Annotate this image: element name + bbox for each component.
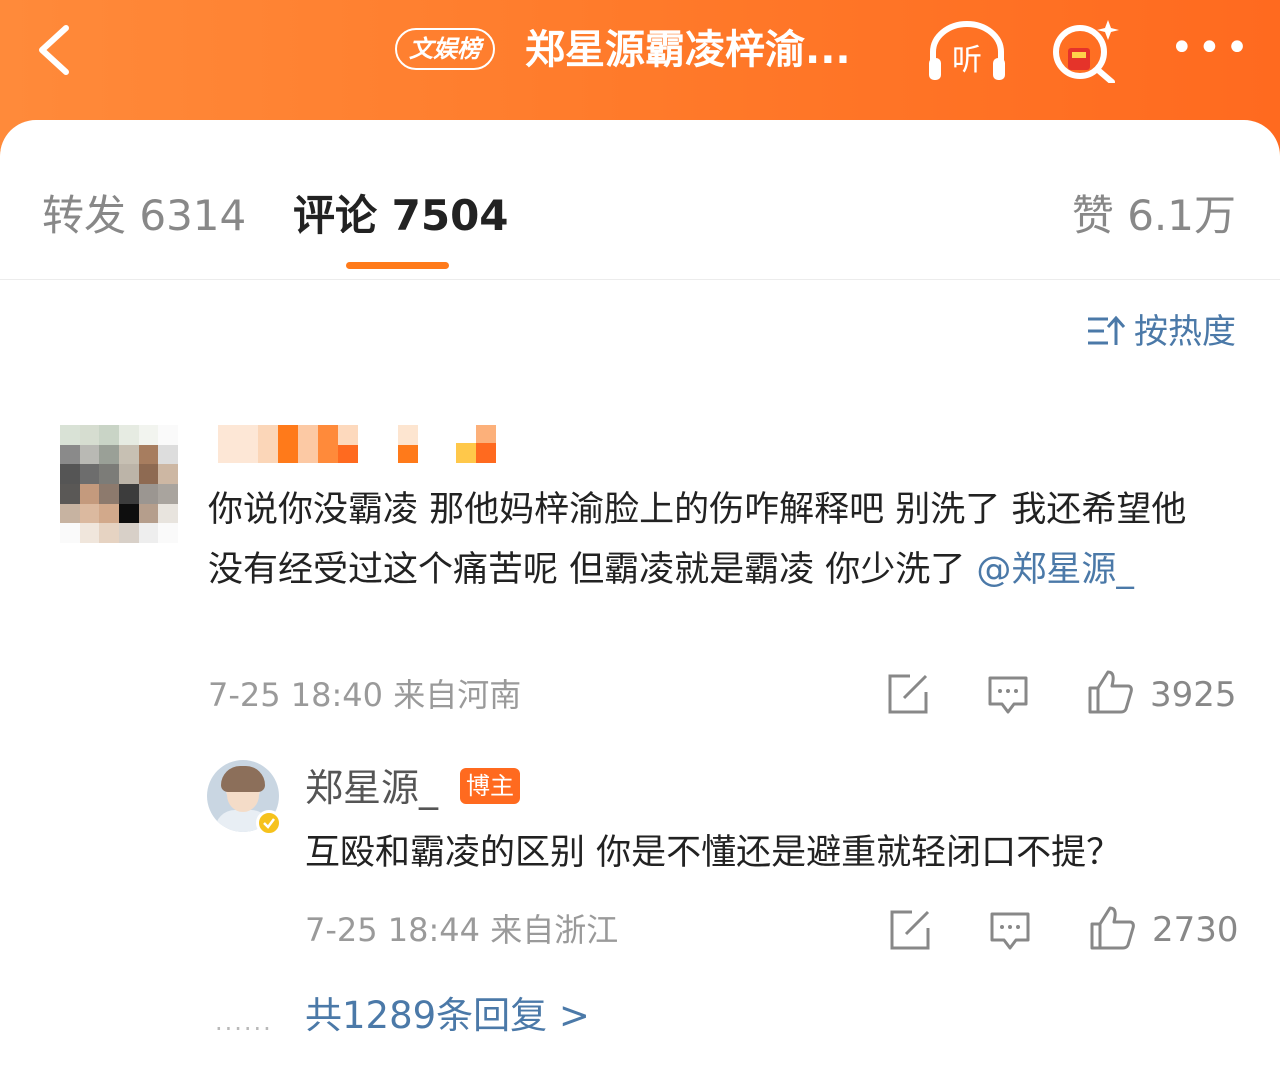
lucky-bag-button[interactable] — [1050, 18, 1122, 85]
thumbs-up-icon — [1088, 670, 1133, 714]
share-icon — [888, 674, 928, 714]
thumbs-up-icon — [1090, 906, 1135, 950]
reply-text: 互殴和霸凌的区别 你是不懂还是避重就轻闭口不提？ — [305, 833, 1122, 873]
headphones-icon: 听 — [929, 21, 1005, 80]
like-count: 3925 — [1150, 675, 1237, 715]
tab-repost[interactable]: 转发 6314 — [42, 190, 246, 242]
comment-time: 7-25 18:40 — [208, 676, 384, 714]
replies-dots: ...... — [215, 1008, 273, 1036]
comment-icon — [988, 676, 1028, 714]
sort-button[interactable]: 按热度 — [1086, 310, 1236, 354]
repost-button[interactable] — [886, 672, 930, 716]
listen-button[interactable]: 听 — [925, 18, 1010, 83]
sort-icon — [1088, 315, 1126, 345]
blogger-badge: 博主 — [460, 768, 520, 804]
reply-like-button[interactable] — [1088, 904, 1136, 952]
tab-comment[interactable]: 评论 7504 — [293, 190, 509, 242]
more-button[interactable]: ••• — [1170, 26, 1249, 76]
chevron-left-icon — [39, 25, 69, 75]
reply-location: 来自浙江 — [490, 911, 619, 949]
reply-author-name[interactable]: 郑星源_ — [305, 764, 438, 812]
page-title: 郑星源霸凌梓渝... — [525, 27, 851, 73]
hot-list-badge[interactable]: 文娱榜 — [395, 28, 495, 70]
like-button[interactable] — [1086, 668, 1134, 716]
reply-time: 7-25 18:44 — [305, 911, 481, 949]
reply-repost-button[interactable] — [888, 908, 932, 952]
back-button[interactable] — [30, 20, 80, 80]
tab-likes[interactable]: 赞 6.1万 — [1072, 190, 1236, 242]
comment-icon — [990, 912, 1030, 950]
gift-search-icon — [1053, 20, 1119, 85]
comments-panel: 转发 6314 评论 7504 赞 6.1万 按热度 你说你没霸凌 那他妈梓渝脸… — [0, 120, 1280, 1071]
reply-reply-button[interactable] — [988, 908, 1032, 952]
share-icon — [890, 910, 930, 950]
comment-meta: 7-25 18:40 来自河南 — [208, 675, 521, 715]
sort-label: 按热度 — [1134, 312, 1236, 352]
verified-icon — [256, 810, 282, 836]
reply-like-count: 2730 — [1152, 910, 1239, 950]
listen-label: 听 — [952, 43, 982, 78]
active-tab-indicator — [346, 262, 449, 269]
reply-meta: 7-25 18:44 来自浙江 — [305, 910, 618, 950]
comment-text: 你说你没霸凌 那他妈梓渝脸上的伤咋解释吧 别洗了 我还希望他没有经受过这个痛苦呢… — [208, 480, 1218, 600]
commenter-avatar[interactable] — [60, 425, 178, 543]
tab-bar: 转发 6314 评论 7504 赞 6.1万 — [0, 120, 1280, 280]
commenter-name-pixelated[interactable] — [218, 425, 498, 463]
reply-button[interactable] — [986, 672, 1030, 716]
comment-location: 来自河南 — [393, 676, 522, 714]
mention-link[interactable]: @郑星源_ — [976, 550, 1134, 590]
view-all-replies-link[interactable]: 共1289条回复 > — [305, 992, 590, 1040]
